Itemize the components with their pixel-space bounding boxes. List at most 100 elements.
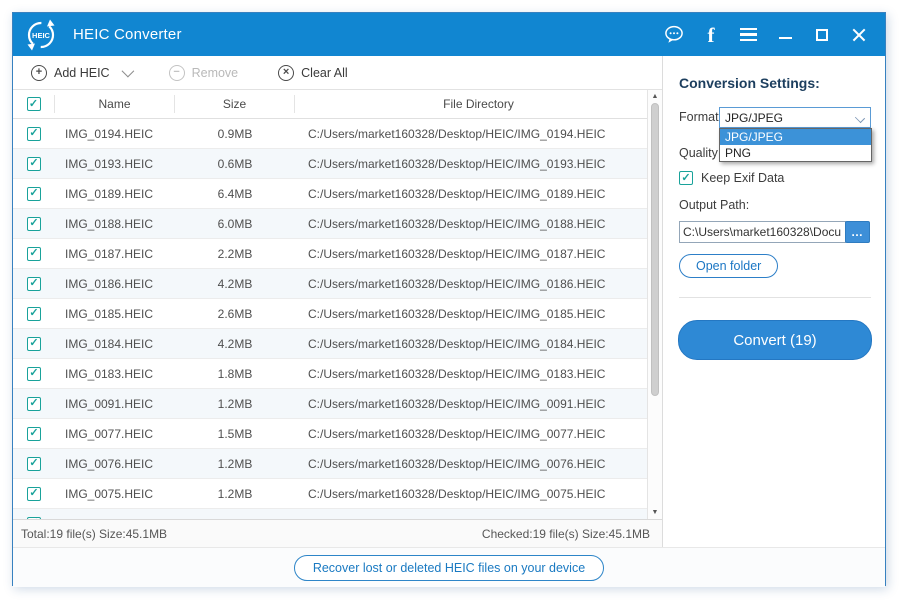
file-path: C:/Users/market160328/Desktop/HEIC/IMG_0… <box>308 486 606 501</box>
column-header-directory: File Directory <box>443 97 514 111</box>
table-row[interactable]: ✓ IMG_0077.HEIC 1.5MB C:/Users/market160… <box>13 419 662 449</box>
remove-icon: − <box>168 64 185 81</box>
clear-all-button[interactable]: × Clear All <box>278 64 348 81</box>
select-all-cell: ✓ <box>13 95 55 113</box>
file-name: IMG_0194.HEIC <box>65 126 154 141</box>
file-name: IMG_0183.HEIC <box>65 366 154 381</box>
file-size: 4.2MB <box>217 336 253 351</box>
file-name: IMG_0187.HEIC <box>65 246 154 261</box>
file-path: C:/Users/market160328/Desktop/HEIC/IMG_0… <box>308 156 606 171</box>
file-size: 1.2MB <box>217 456 253 471</box>
table-row[interactable]: ✓ IMG_0194.HEIC 0.9MB C:/Users/market160… <box>13 119 662 149</box>
file-path: C:/Users/market160328/Desktop/HEIC/IMG_0… <box>308 276 606 291</box>
format-option-png[interactable]: PNG <box>720 145 871 161</box>
row-checkbox[interactable]: ✓ <box>27 426 41 441</box>
add-heic-button[interactable]: + Add HEIC <box>31 64 110 81</box>
add-heic-chevron-down-icon[interactable] <box>121 64 134 78</box>
keep-exif-checkbox[interactable]: ✓ <box>679 171 693 185</box>
row-checkbox[interactable]: ✓ <box>27 336 41 351</box>
minimize-button[interactable] <box>775 25 795 45</box>
row-checkbox[interactable]: ✓ <box>27 396 41 411</box>
format-select[interactable]: JPG/JPEG <box>719 107 871 128</box>
app-window: HEIC HEIC Converter f + Add HEIC − Remov… <box>12 12 886 587</box>
toolbar: + Add HEIC − Remove × Clear All <box>13 56 662 90</box>
format-option-jpg[interactable]: JPG/JPEG <box>720 129 871 145</box>
file-size: 6.4MB <box>217 186 253 201</box>
convert-button[interactable]: Convert (19) <box>678 320 872 360</box>
file-path: C:/Users/market160328/Desktop/HEIC/IMG_0… <box>308 456 606 471</box>
close-button[interactable] <box>849 25 869 45</box>
table-header: ✓ Name Size File Directory <box>13 90 662 119</box>
row-checkbox[interactable]: ✓ <box>27 216 41 231</box>
facebook-icon[interactable]: f <box>701 24 721 45</box>
file-path: C:/Users/market160328/Desktop/HEIC/IMG_0… <box>308 306 606 321</box>
table-row[interactable]: ✓ IMG_0183.HEIC 1.8MB C:/Users/market160… <box>13 359 662 389</box>
browse-button[interactable]: … <box>845 221 870 243</box>
file-name: IMG_0189.HEIC <box>65 186 154 201</box>
file-path: C:/Users/market160328/Desktop/HEIC/IMG_0… <box>308 396 606 411</box>
table-row[interactable]: ✓ IMG_0193.HEIC 0.6MB C:/Users/market160… <box>13 149 662 179</box>
file-name: IMG_0184.HEIC <box>65 336 154 351</box>
keep-exif-label: Keep Exif Data <box>701 171 785 185</box>
file-name: IMG_0076.HEIC <box>65 456 154 471</box>
row-checkbox[interactable]: ✓ <box>27 276 41 291</box>
row-checkbox[interactable]: ✓ <box>27 306 41 321</box>
remove-label: Remove <box>191 65 239 80</box>
row-checkbox[interactable]: ✓ <box>27 486 41 501</box>
file-list-pane: + Add HEIC − Remove × Clear All ✓ Name S… <box>13 56 662 547</box>
column-header-name: Name <box>55 95 175 113</box>
row-checkbox[interactable]: ✓ <box>27 366 41 381</box>
file-path: C:/Users/market160328/Desktop/HEIC/IMG_0… <box>308 246 606 261</box>
row-checkbox[interactable]: ✓ <box>27 246 41 261</box>
output-path-label: Output Path: <box>679 198 750 212</box>
clear-all-label: Clear All <box>301 65 348 80</box>
file-name: IMG_0075.HEIC <box>65 486 154 501</box>
status-total: Total:19 file(s) Size:45.1MB <box>21 526 168 541</box>
app-logo-icon: HEIC <box>23 17 59 53</box>
file-path: C:/Users/market160328/Desktop/HEIC/IMG_0… <box>308 336 606 351</box>
panel-divider <box>679 297 871 298</box>
table-row[interactable]: ✓ <box>13 509 662 519</box>
table-row[interactable]: ✓ IMG_0091.HEIC 1.2MB C:/Users/market160… <box>13 389 662 419</box>
row-checkbox[interactable]: ✓ <box>27 126 41 141</box>
file-table: ✓ Name Size File Directory ✓ IMG_0194.HE… <box>13 90 662 519</box>
table-row[interactable]: ✓ IMG_0189.HEIC 6.4MB C:/Users/market160… <box>13 179 662 209</box>
remove-button[interactable]: − Remove <box>168 64 239 81</box>
table-row[interactable]: ✓ IMG_0187.HEIC 2.2MB C:/Users/market160… <box>13 239 662 269</box>
vertical-scrollbar[interactable]: ▲ ▼ <box>647 90 662 519</box>
scroll-down-icon[interactable]: ▼ <box>648 509 662 516</box>
conversion-settings-panel: Conversion Settings: Format: JPG/JPEG JP… <box>662 56 885 547</box>
table-row[interactable]: ✓ IMG_0075.HEIC 1.2MB C:/Users/market160… <box>13 479 662 509</box>
table-row[interactable]: ✓ IMG_0186.HEIC 4.2MB C:/Users/market160… <box>13 269 662 299</box>
row-checkbox[interactable]: ✓ <box>27 186 41 201</box>
recover-files-button[interactable]: Recover lost or deleted HEIC files on yo… <box>293 554 605 581</box>
file-size: 1.2MB <box>217 396 253 411</box>
output-path-input[interactable] <box>679 221 846 243</box>
file-name: IMG_0185.HEIC <box>65 306 154 321</box>
file-path: C:/Users/market160328/Desktop/HEIC/IMG_0… <box>308 216 606 231</box>
select-all-checkbox[interactable]: ✓ <box>26 97 41 111</box>
format-dropdown-list: JPG/JPEG PNG <box>719 128 872 162</box>
table-row[interactable]: ✓ IMG_0184.HEIC 4.2MB C:/Users/market160… <box>13 329 662 359</box>
status-bar: Total:19 file(s) Size:45.1MB Checked:19 … <box>13 519 662 547</box>
app-title: HEIC Converter <box>73 26 182 43</box>
scrollbar-thumb[interactable] <box>651 103 659 396</box>
file-table-body: ✓ IMG_0194.HEIC 0.9MB C:/Users/market160… <box>13 119 662 519</box>
file-path: C:/Users/market160328/Desktop/HEIC/IMG_0… <box>308 186 606 201</box>
table-row[interactable]: ✓ IMG_0188.HEIC 6.0MB C:/Users/market160… <box>13 209 662 239</box>
menu-icon[interactable] <box>738 25 758 45</box>
column-header-size: Size <box>175 95 295 113</box>
file-path: C:/Users/market160328/Desktop/HEIC/IMG_0… <box>308 426 606 441</box>
close-icon <box>852 28 866 42</box>
feedback-icon[interactable] <box>664 25 684 45</box>
file-size: 6.0MB <box>217 216 253 231</box>
row-checkbox[interactable]: ✓ <box>27 456 41 471</box>
quality-label: Quality: <box>679 146 722 160</box>
row-checkbox[interactable]: ✓ <box>27 156 41 171</box>
row-checkbox[interactable]: ✓ <box>27 516 41 519</box>
open-folder-button[interactable]: Open folder <box>679 254 779 278</box>
table-row[interactable]: ✓ IMG_0076.HEIC 1.2MB C:/Users/market160… <box>13 449 662 479</box>
table-row[interactable]: ✓ IMG_0185.HEIC 2.6MB C:/Users/market160… <box>13 299 662 329</box>
maximize-button[interactable] <box>812 25 832 45</box>
scroll-up-icon[interactable]: ▲ <box>648 93 662 100</box>
